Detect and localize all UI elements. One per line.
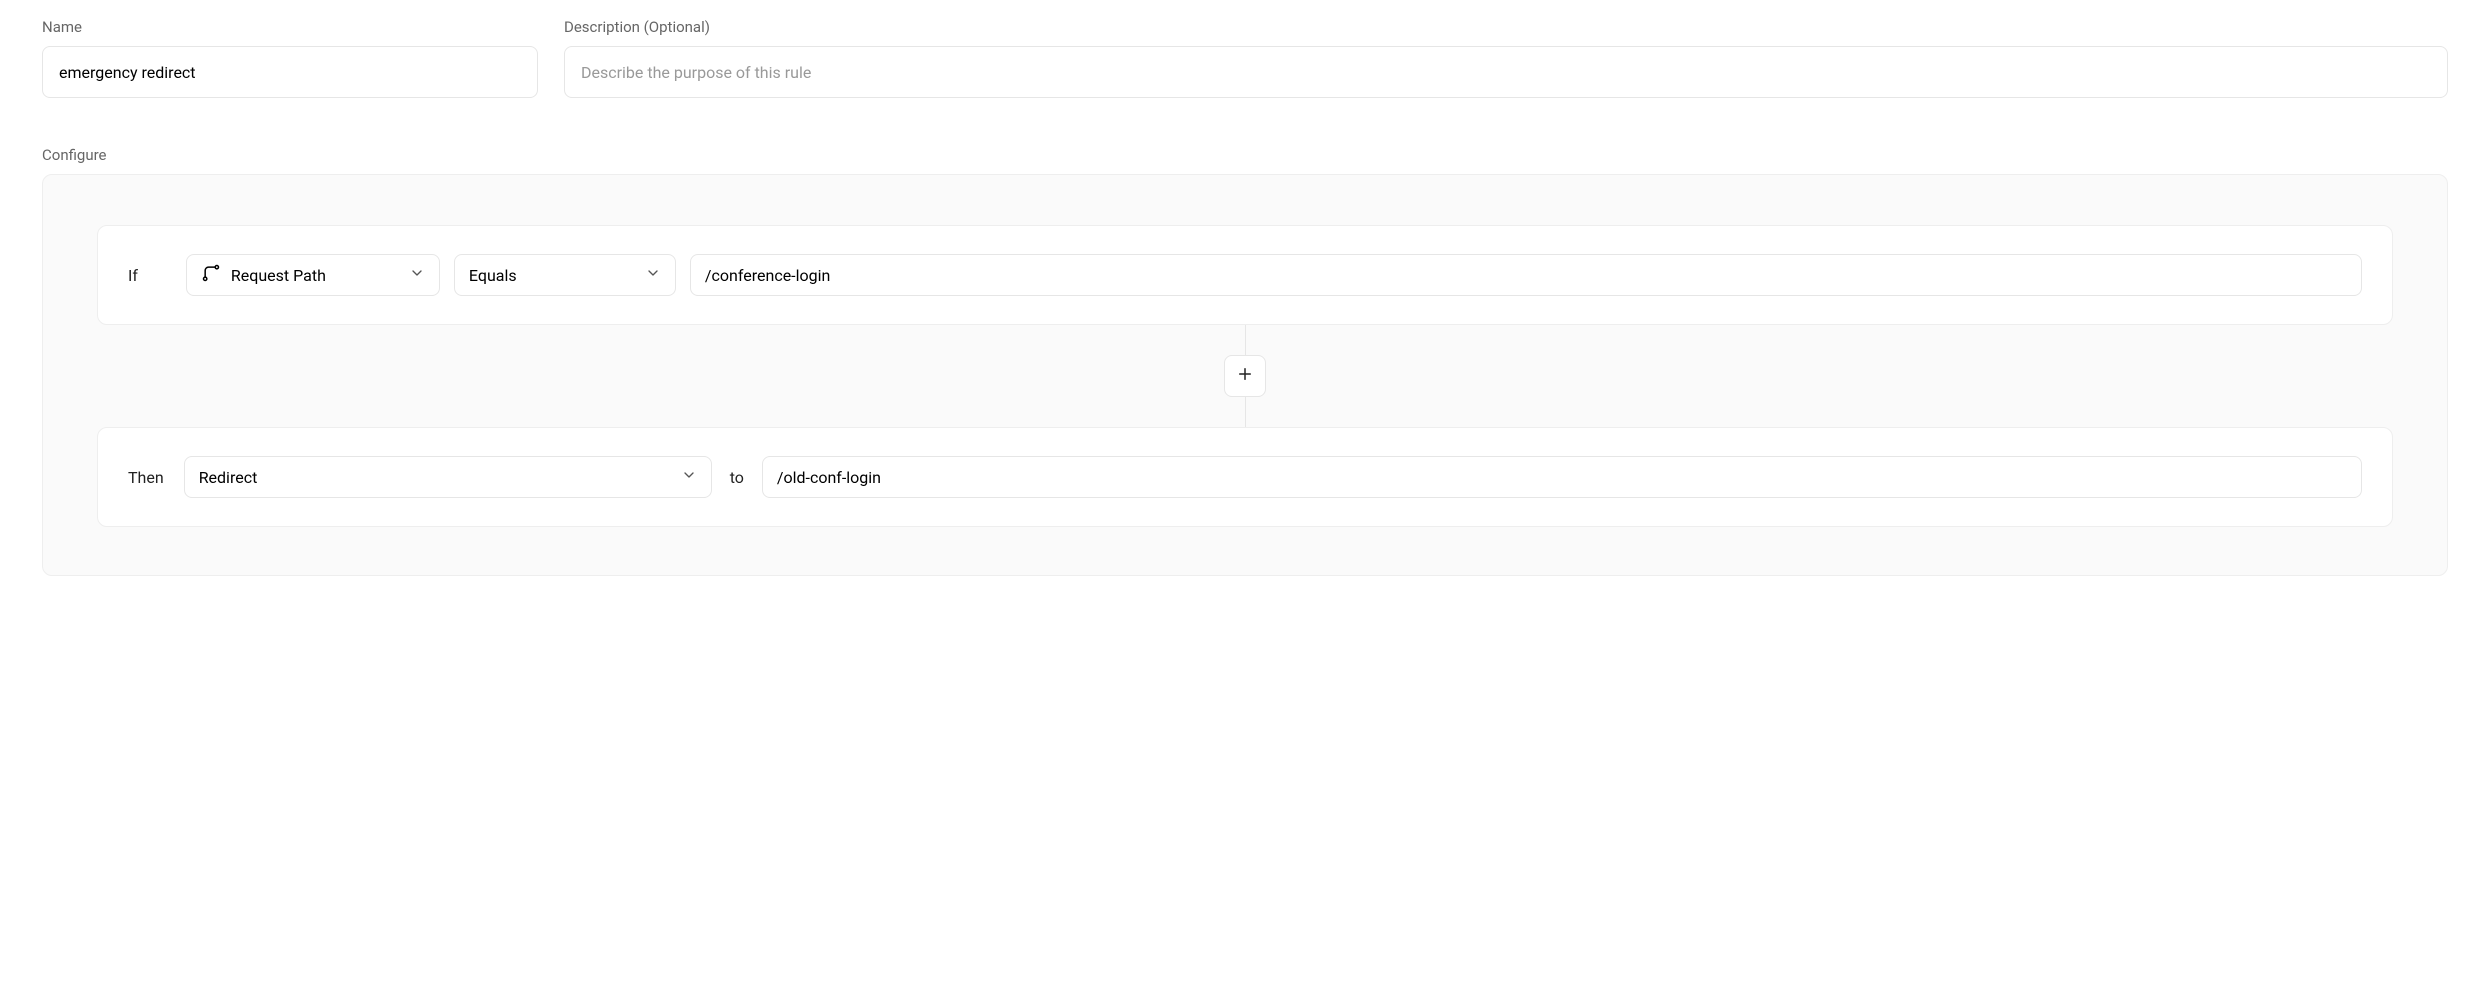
action-target-input[interactable] <box>762 456 2362 498</box>
chevron-down-icon <box>409 265 425 285</box>
then-keyword: Then <box>128 468 164 487</box>
condition-operator-select[interactable]: Equals <box>454 254 676 296</box>
chevron-down-icon <box>681 467 697 487</box>
configure-panel: If Request Path Equals <box>42 174 2448 576</box>
condition-operator-label: Equals <box>469 266 635 285</box>
condition-field-label: Request Path <box>231 266 399 285</box>
condition-field-select[interactable]: Request Path <box>186 254 440 296</box>
action-type-select[interactable]: Redirect <box>184 456 712 498</box>
if-card: If Request Path Equals <box>97 225 2393 325</box>
configure-label: Configure <box>42 146 2448 164</box>
then-card: Then Redirect to <box>97 427 2393 527</box>
request-path-icon <box>201 263 221 287</box>
action-type-label: Redirect <box>199 468 671 487</box>
to-keyword: to <box>730 468 744 487</box>
add-condition-button[interactable] <box>1224 355 1266 397</box>
description-label: Description (Optional) <box>564 18 2448 36</box>
if-keyword: If <box>128 266 138 285</box>
name-label: Name <box>42 18 538 36</box>
plus-icon <box>1236 365 1254 387</box>
description-input[interactable] <box>564 46 2448 98</box>
condition-value-input[interactable] <box>690 254 2362 296</box>
condition-connector <box>97 325 2393 427</box>
chevron-down-icon <box>645 265 661 285</box>
name-input[interactable] <box>42 46 538 98</box>
